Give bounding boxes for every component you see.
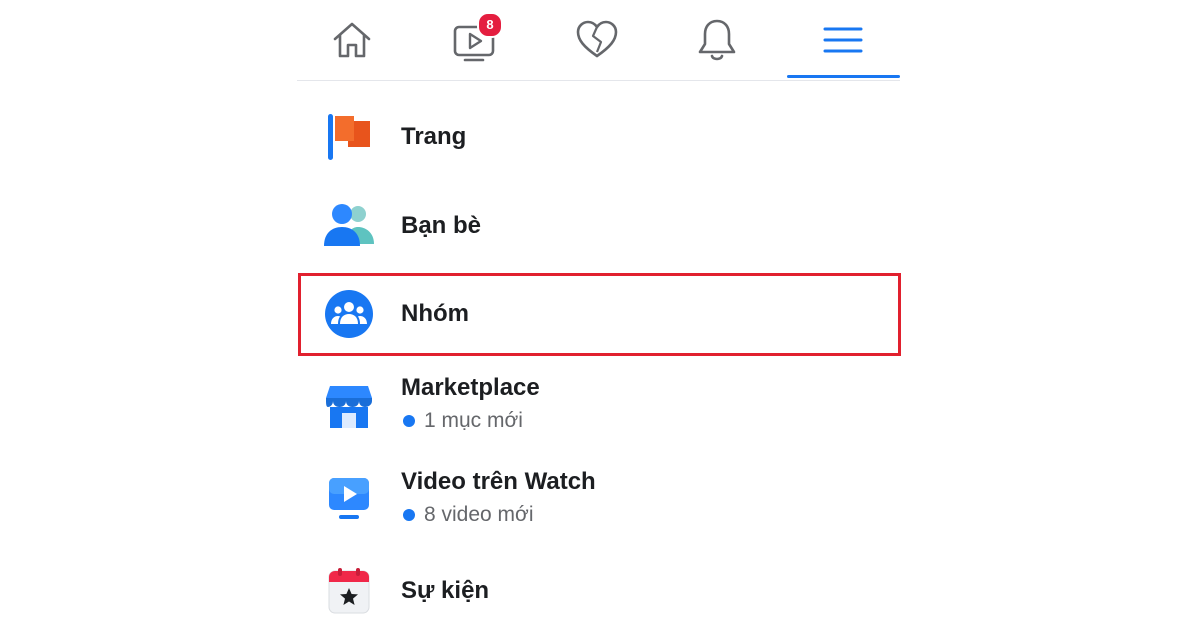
active-tab-indicator	[787, 75, 900, 78]
tab-dating[interactable]	[567, 12, 627, 68]
menu-item-pages[interactable]: Trang	[320, 108, 880, 166]
menu-item-friends[interactable]: Bạn bè	[320, 197, 880, 255]
new-indicator-dot	[403, 415, 415, 427]
menu-item-subtitle: 1 mục mới	[401, 409, 540, 433]
facebook-menu-screen: 8 Trang Bạn bè Nhóm Marketplace 1 mục mớ…	[0, 0, 1200, 625]
new-indicator-dot	[403, 509, 415, 521]
tab-home[interactable]	[322, 12, 382, 68]
calendar-star-icon	[320, 562, 378, 620]
watch-notification-badge: 8	[477, 12, 503, 38]
menu-item-label: Bạn bè	[401, 212, 482, 239]
marketplace-shop-icon	[320, 377, 378, 435]
flag-icon	[320, 108, 378, 166]
hamburger-menu-icon	[823, 27, 863, 53]
menu-item-label: Trang	[401, 123, 467, 150]
heart-icon	[576, 20, 618, 58]
new-items-count: 1 mục mới	[424, 409, 523, 432]
top-navigation-bar: 8	[297, 0, 900, 81]
tab-watch[interactable]: 8	[445, 12, 505, 68]
home-icon	[333, 22, 371, 58]
menu-item-marketplace[interactable]: Marketplace 1 mục mới	[320, 373, 880, 439]
menu-item-label: Sự kiện	[401, 577, 490, 604]
menu-item-label: Video trên Watch	[401, 468, 596, 495]
groups-icon	[320, 285, 378, 343]
menu-item-label: Nhóm	[401, 300, 469, 327]
menu-item-watch[interactable]: Video trên Watch 8 video mới	[320, 467, 880, 533]
friends-icon	[320, 197, 378, 255]
tab-menu[interactable]	[813, 12, 873, 68]
menu-item-events[interactable]: Sự kiện	[320, 562, 880, 620]
menu-item-label: Marketplace	[401, 374, 540, 401]
menu-item-groups[interactable]: Nhóm	[320, 285, 880, 343]
bell-icon	[698, 19, 736, 61]
tab-notifications[interactable]	[687, 12, 747, 68]
watch-video-icon	[320, 469, 378, 527]
new-videos-count: 8 video mới	[424, 503, 534, 526]
menu-item-subtitle: 8 video mới	[401, 503, 596, 527]
